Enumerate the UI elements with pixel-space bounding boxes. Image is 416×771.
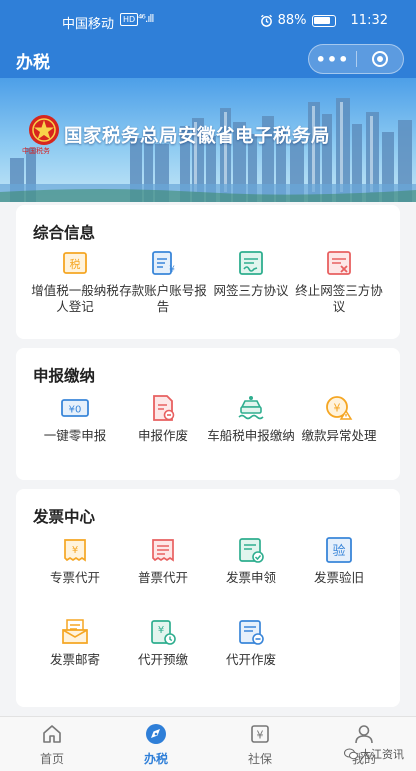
section-declare-pay: 申报缴纳 ¥0 一键零申报 申报作废 车船税申报缴纳 ¥ 缴款异常处理	[16, 348, 400, 480]
signal-icon: ⁴⁶.ıll	[138, 12, 155, 25]
svg-text:¥: ¥	[334, 402, 341, 415]
vehicle-tax-icon	[238, 396, 264, 420]
service-payment-exception[interactable]: ¥ 缴款异常处理	[291, 393, 387, 444]
svg-text:税: 税	[70, 257, 81, 271]
service-sign-agreement[interactable]: 网签三方协议	[203, 248, 299, 299]
service-invoice-verify[interactable]: 验 发票验旧	[291, 535, 387, 586]
svg-text:验: 验	[332, 543, 345, 559]
prepay-icon: ¥	[151, 620, 176, 645]
bank-account-icon: ¥	[152, 251, 175, 275]
service-vat-registration[interactable]: 税 增值税一般纳税人登记	[27, 248, 123, 315]
tab-social-security[interactable]: ¥ 社保	[208, 723, 312, 767]
tab-home[interactable]: 首页	[0, 723, 104, 767]
target-icon	[372, 51, 388, 67]
service-invoice-mail[interactable]: 发票邮寄	[27, 617, 123, 668]
service-terminate-agreement[interactable]: 终止网签三方协议	[291, 248, 387, 315]
alarm-icon	[260, 14, 272, 27]
service-declare-void[interactable]: 申报作废	[115, 393, 211, 444]
battery-percent: 88%	[277, 13, 307, 28]
social-security-icon: ¥	[251, 725, 269, 743]
declare-void-icon	[153, 395, 175, 421]
invoice-mail-icon	[62, 619, 88, 644]
tax-register-icon: 税	[63, 252, 87, 274]
section-title: 综合信息	[33, 224, 96, 242]
navbar: 办税 •••	[0, 44, 416, 78]
terminate-agreement-icon	[327, 251, 351, 275]
watermark-text: 大江资讯	[360, 748, 404, 761]
banner: 中国税务 国家税务总局安徽省电子税务局	[0, 78, 416, 202]
section-invoice-center: 发票中心 ¥ 专票代开 普票代开 发票申领 验 发票验旧 发票邮寄 ¥ 代开预缴…	[16, 489, 400, 707]
svg-text:¥0: ¥0	[69, 405, 82, 416]
special-invoice-icon: ¥	[64, 539, 86, 562]
banner-title: 国家税务总局安徽省电子税务局	[64, 126, 331, 147]
more-menu-button[interactable]: •••	[309, 50, 356, 69]
wechat-icon	[344, 748, 358, 760]
service-prepay[interactable]: ¥ 代开预缴	[115, 617, 211, 668]
issue-void-icon	[239, 620, 264, 645]
service-special-invoice[interactable]: ¥ 专票代开	[27, 535, 123, 586]
service-ordinary-invoice[interactable]: 普票代开	[115, 535, 211, 586]
section-general-info: 综合信息 税 增值税一般纳税人登记 ¥ 存款账户账号报告 网签三方协议 终止网签…	[16, 205, 400, 339]
watermark: 大江资讯	[344, 746, 404, 762]
payment-exception-icon: ¥	[326, 396, 353, 420]
zero-declare-icon: ¥0	[61, 399, 89, 417]
svg-text:¥: ¥	[158, 625, 164, 636]
battery-icon	[311, 14, 336, 27]
sign-agreement-icon	[239, 251, 263, 275]
section-title: 发票中心	[33, 508, 96, 526]
home-icon	[43, 725, 61, 743]
svg-text:¥: ¥	[72, 545, 78, 556]
compass-icon	[146, 724, 166, 744]
clock: 11:32	[350, 13, 388, 28]
service-vehicle-tax[interactable]: 车船税申报缴纳	[203, 393, 299, 444]
service-issue-void[interactable]: 代开作废	[203, 617, 299, 668]
svg-text:¥: ¥	[257, 729, 264, 742]
status-bar: 中国移动 HD ⁴⁶.ıll 88% 11:32	[0, 0, 416, 44]
close-miniprogram-button[interactable]	[357, 50, 403, 68]
user-icon	[355, 725, 373, 744]
miniprogram-capsule: •••	[308, 44, 404, 74]
section-title: 申报缴纳	[33, 367, 96, 385]
invoice-apply-icon	[239, 538, 264, 563]
service-zero-declare[interactable]: ¥0 一键零申报	[27, 393, 123, 444]
invoice-verify-icon: 验	[326, 537, 352, 563]
service-bank-account-report[interactable]: ¥ 存款账户账号报告	[115, 248, 211, 315]
page-title: 办税	[16, 53, 50, 73]
carrier-name: 中国移动	[62, 17, 115, 32]
ordinary-invoice-icon	[152, 539, 174, 562]
emblem-caption: 中国税务	[22, 147, 50, 155]
svg-text:¥: ¥	[169, 265, 175, 275]
tax-emblem-icon	[29, 115, 59, 145]
tab-bar: 首页 办税 ¥ 社保 我的	[0, 716, 416, 771]
service-invoice-apply[interactable]: 发票申领	[203, 535, 299, 586]
hd-badge: HD	[120, 13, 139, 26]
tab-tax[interactable]: 办税	[104, 723, 208, 767]
